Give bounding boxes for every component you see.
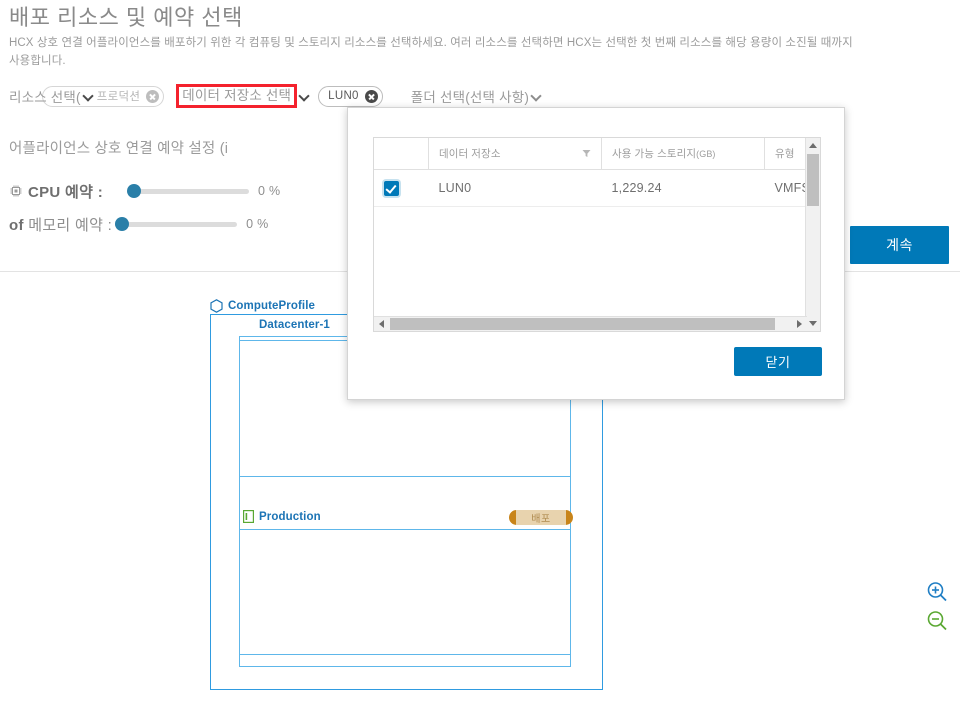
production-label: Production [240, 510, 324, 523]
row-checkbox[interactable] [384, 180, 399, 196]
cell-datastore: LUN0 [428, 169, 602, 207]
zoom-out-icon[interactable] [925, 609, 953, 633]
datacenter-label: Datacenter-1 [255, 319, 334, 331]
chevron-down-icon[interactable] [298, 90, 311, 103]
close-icon[interactable] [146, 89, 160, 103]
slider-track [127, 188, 250, 194]
page-title: 배포 리소스 및 예약 선택 [9, 5, 243, 30]
chip-lun0-label: LUN0 [328, 90, 359, 102]
cpu-reservation-label: CPU 예약 : [28, 183, 104, 201]
slider-knob[interactable] [127, 184, 142, 198]
table-header-row: 데이터 저장소 사용 가능 스토리지 (GB) 유형 [374, 138, 820, 170]
resource-selector-row: 리소스 선택( 프로덕션 데이터 저장소 선택 LUN0 폴더 선택(선택 사항… [9, 84, 544, 108]
deploy-badge-text: 배포 [531, 514, 551, 525]
memory-reservation-value: 0 % [246, 217, 269, 231]
filter-icon [582, 150, 591, 157]
reservation-section-title: 어플라이언스 상호 연결 예약 설정 (i [9, 141, 229, 157]
column-header-datastore[interactable]: 데이터 저장소 [428, 138, 602, 170]
deploy-badge: 배포 [509, 510, 573, 525]
compute-profile-label: ComputeProfile [210, 299, 315, 313]
datastore-icon [243, 510, 254, 523]
folder-selector-group[interactable]: 폴더 선택(선택 사항) [383, 86, 544, 106]
slider-track [115, 221, 238, 227]
scroll-up-arrow-icon[interactable] [806, 138, 820, 153]
scroll-down-arrow-icon[interactable] [806, 316, 820, 331]
page-subtitle: HCX 상호 연결 어플라이언스를 배포하기 위한 각 컴퓨팅 및 스토리지 리… [9, 37, 853, 67]
table-row[interactable]: LUN0 1,229.24 VMFS [374, 169, 820, 207]
vertical-scroll-thumb[interactable] [807, 154, 819, 206]
close-icon[interactable] [364, 89, 378, 103]
datastore-table: 데이터 저장소 사용 가능 스토리지 (GB) 유형 LUN0 1,229.24… [374, 138, 820, 207]
continue-button[interactable]: 계속 [850, 226, 949, 264]
scroll-left-arrow-icon[interactable] [374, 317, 389, 331]
zoom-controls [925, 580, 953, 638]
resource-selector-group[interactable]: 리소스 선택( 프로덕션 [9, 85, 165, 107]
chip-production-label: 프로덕션 [96, 91, 141, 103]
memory-reservation-slider[interactable] [115, 217, 238, 231]
compute-profile-label-text: ComputeProfile [228, 300, 316, 312]
memory-reservation-row: of 메모리 예약 : 0 % [9, 213, 269, 235]
datastore-selector-group[interactable]: 데이터 저장소 선택 LUN0 [164, 84, 383, 108]
cpu-reservation-row: CPU 예약 : 0 % [9, 180, 280, 202]
datastore-table-container: 데이터 저장소 사용 가능 스토리지 (GB) 유형 LUN0 1,229.24… [373, 137, 821, 332]
horizontal-scroll-thumb[interactable] [390, 318, 775, 330]
table-horizontal-scrollbar[interactable] [374, 316, 807, 331]
slider-knob[interactable] [115, 217, 130, 231]
chevron-down-icon[interactable] [82, 90, 95, 103]
memory-reservation-label: of 메모리 예약 : [9, 216, 113, 234]
datastore-select-label[interactable]: 데이터 저장소 선택 [176, 84, 298, 108]
folder-select-label[interactable]: 폴더 선택(선택 사항) [411, 86, 529, 106]
cell-available-storage: 1,229.24 [601, 169, 765, 207]
zoom-in-icon[interactable] [925, 580, 953, 604]
chip-lun0[interactable]: LUN0 [318, 85, 383, 107]
scroll-right-arrow-icon[interactable] [792, 317, 807, 331]
production-box [239, 529, 571, 655]
cpu-chip-icon [9, 184, 23, 198]
resource-select-label[interactable]: 리소스 선택( [9, 86, 81, 106]
chevron-down-icon[interactable] [530, 90, 543, 103]
row-checkbox-cell[interactable] [374, 169, 429, 207]
cpu-reservation-slider[interactable] [127, 184, 250, 198]
table-vertical-scrollbar[interactable] [805, 138, 820, 331]
close-dialog-button[interactable]: 닫기 [734, 347, 822, 376]
datastore-selection-dialog: 데이터 저장소 사용 가능 스토리지 (GB) 유형 LUN0 1,229.24… [347, 107, 845, 400]
column-header-available-storage[interactable]: 사용 가능 스토리지 (GB) [601, 138, 765, 170]
hexagon-icon [210, 299, 223, 313]
column-header-checkbox [374, 138, 429, 170]
cpu-reservation-value: 0 % [258, 184, 281, 198]
production-label-text: Production [259, 510, 321, 523]
